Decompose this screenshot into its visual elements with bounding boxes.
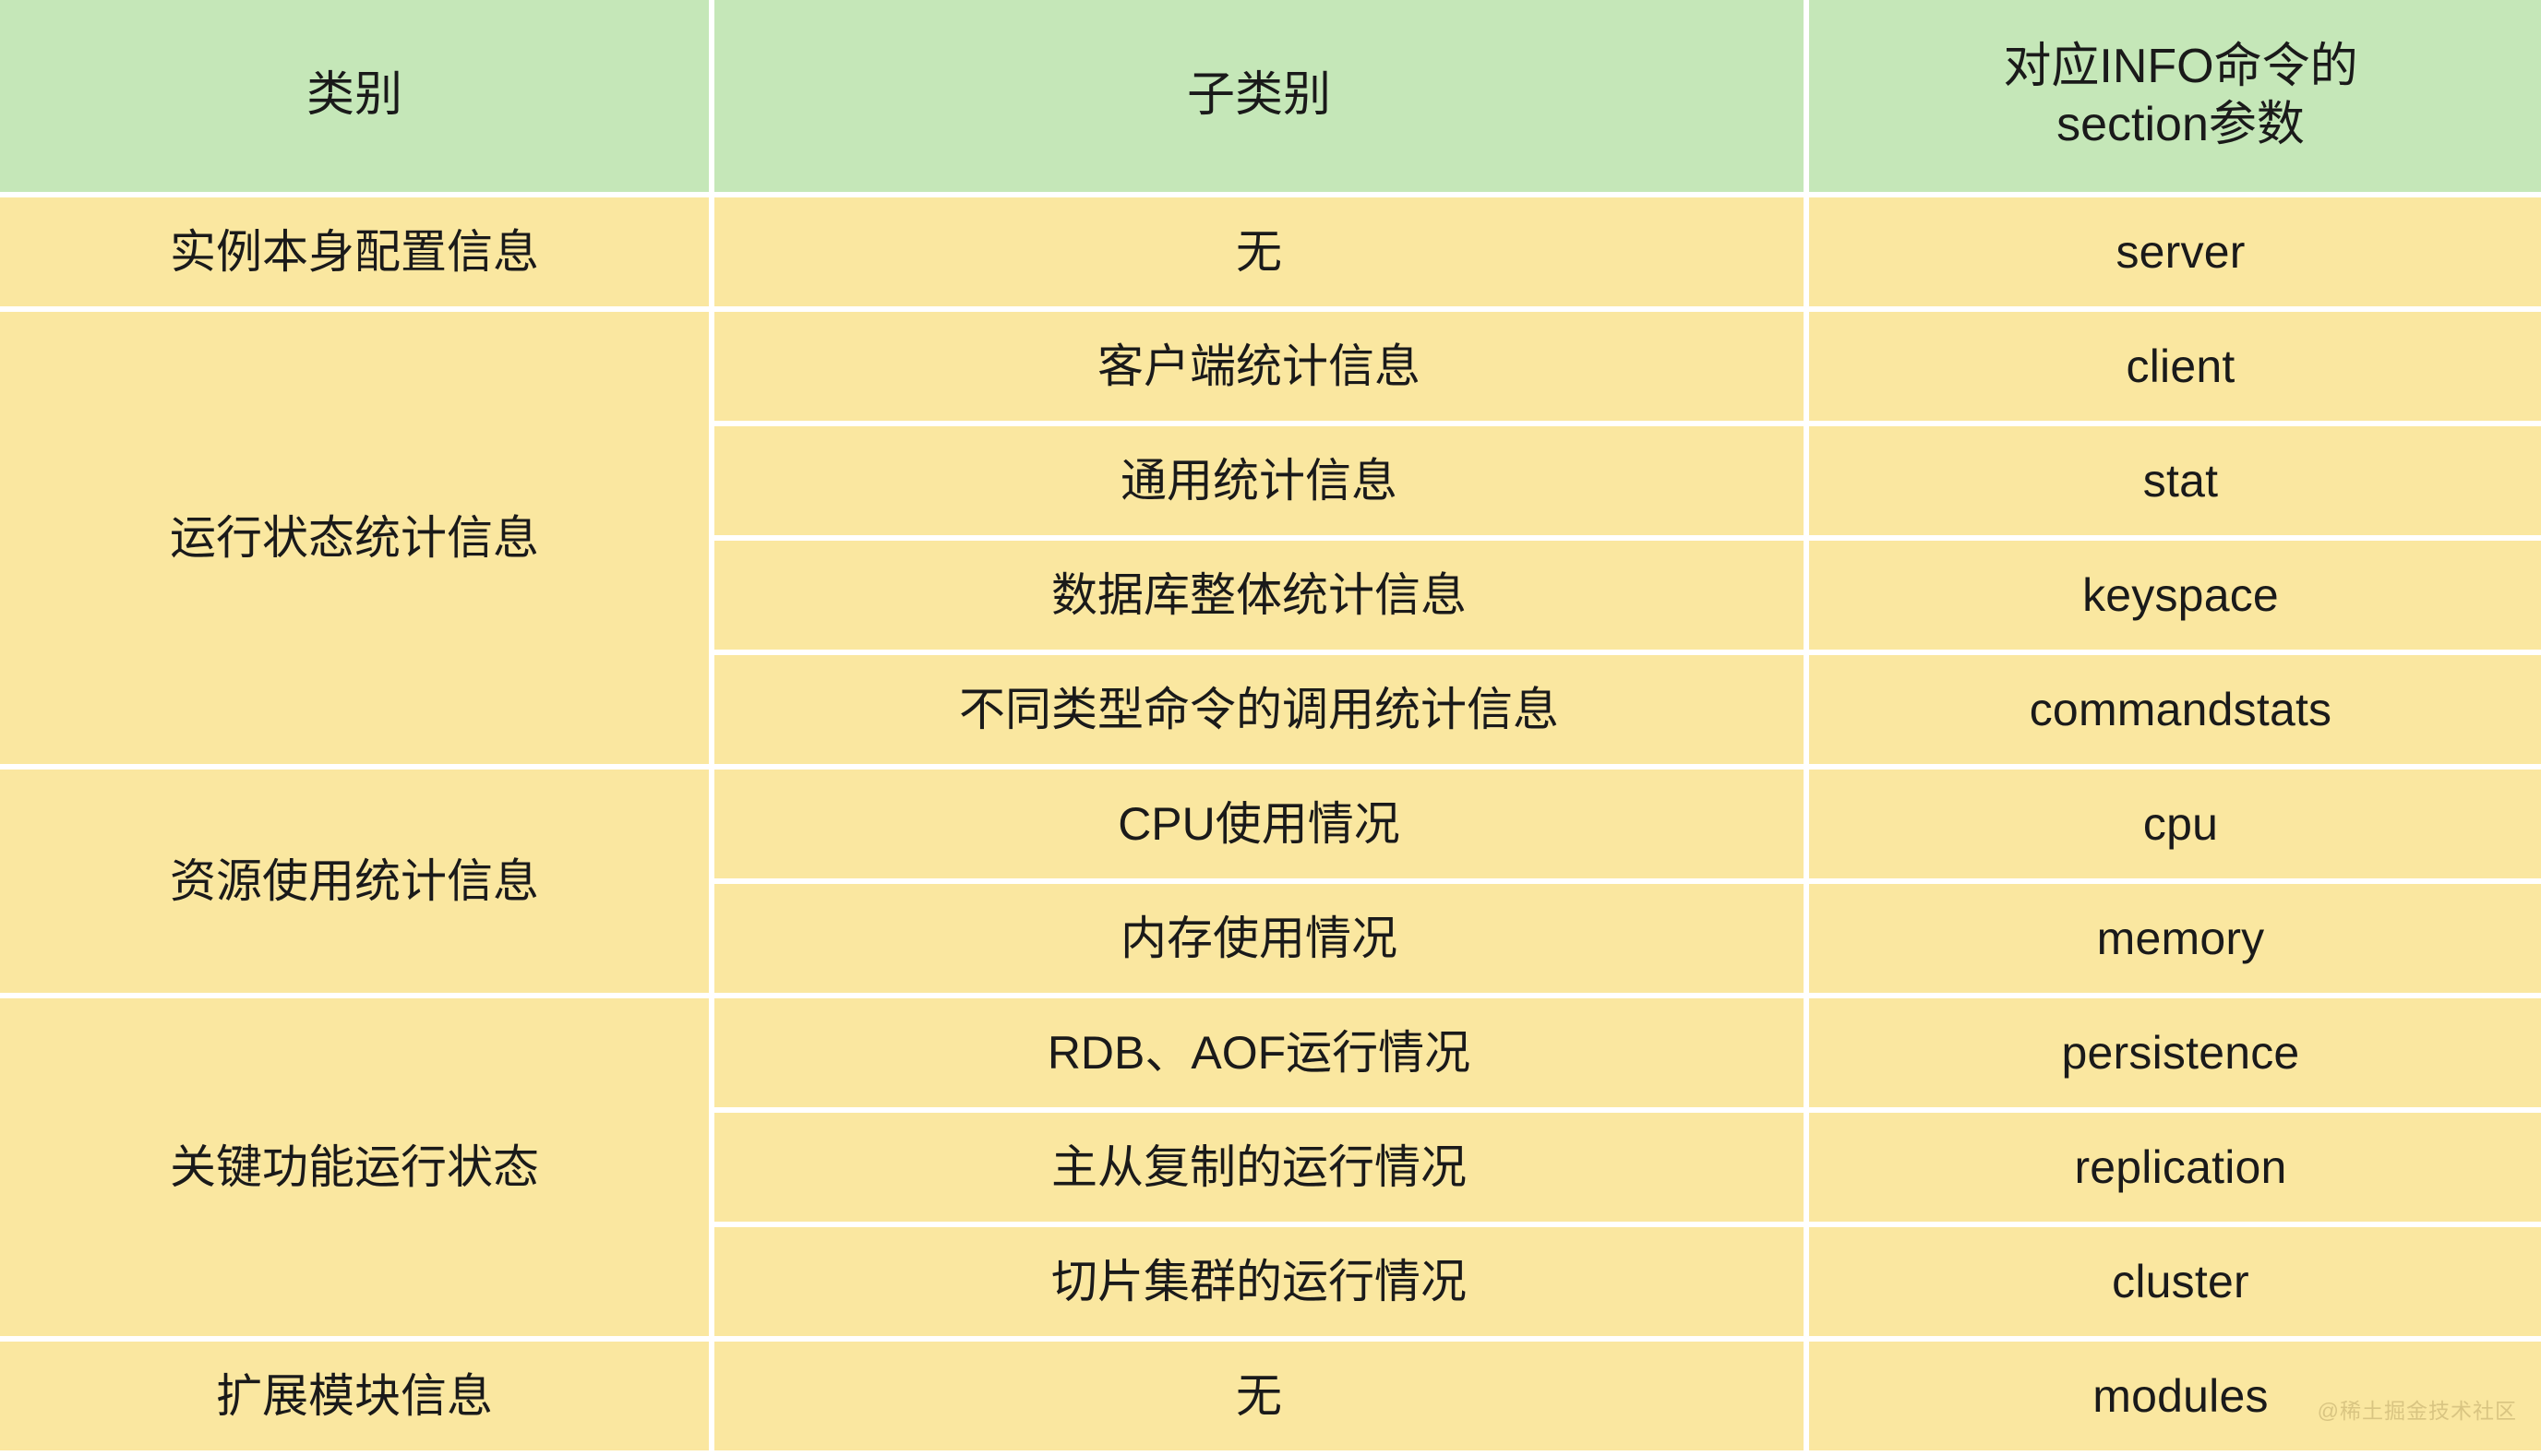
cell-section-cpu: cpu (1809, 770, 2541, 878)
table-row: 扩展模块信息 无 modules (0, 1342, 2541, 1450)
table-body: 实例本身配置信息 无 server 运行状态统计信息 客户端统计信息 clien… (0, 197, 2541, 1450)
cell-section-stat: stat (1809, 426, 2541, 535)
cell-subcategory-memory-usage: 内存使用情况 (714, 884, 1804, 993)
cell-section-commandstats: commandstats (1809, 655, 2541, 764)
cell-section-replication: replication (1809, 1113, 2541, 1222)
cell-section-persistence: persistence (1809, 998, 2541, 1107)
cell-subcategory-general-stats: 通用统计信息 (714, 426, 1804, 535)
cell-subcategory-keyspace-stats: 数据库整体统计信息 (714, 541, 1804, 650)
cell-category-runtime-stats: 运行状态统计信息 (0, 312, 709, 764)
table-row: 资源使用统计信息 CPU使用情况 cpu (0, 770, 2541, 993)
cell-category-resource-stats: 资源使用统计信息 (0, 770, 709, 993)
cell-section-keyspace: keyspace (1809, 541, 2541, 650)
column-header-category: 类别 (0, 0, 709, 192)
cell-subcategory-cluster: 切片集群的运行情况 (714, 1227, 1804, 1336)
table-header-row: 类别 子类别 对应INFO命令的 section参数 (0, 0, 2541, 192)
cell-category-modules-info: 扩展模块信息 (0, 1342, 709, 1450)
table-row: 实例本身配置信息 无 server (0, 197, 2541, 306)
cell-section-client: client (1809, 312, 2541, 421)
cell-subcategory-client-stats: 客户端统计信息 (714, 312, 1804, 421)
cell-subcategory-none-modules: 无 (714, 1342, 1804, 1450)
column-header-subcategory: 子类别 (714, 0, 1804, 192)
cell-category-key-features: 关键功能运行状态 (0, 998, 709, 1336)
column-header-section: 对应INFO命令的 section参数 (1809, 0, 2541, 192)
cell-category-instance-config: 实例本身配置信息 (0, 197, 709, 306)
info-table-container: 类别 子类别 对应INFO命令的 section参数 实例本身配置信息 无 se… (0, 0, 2541, 1450)
table-header: 类别 子类别 对应INFO命令的 section参数 (0, 0, 2541, 192)
cell-subcategory-cpu-usage: CPU使用情况 (714, 770, 1804, 878)
column-header-section-line1: 对应INFO命令的 (2003, 39, 2358, 93)
table-row: 关键功能运行状态 RDB、AOF运行情况 persistence (0, 998, 2541, 1336)
table-row: 运行状态统计信息 客户端统计信息 client (0, 312, 2541, 764)
cell-section-server: server (1809, 197, 2541, 306)
cell-subcategory-none-server: 无 (714, 197, 1804, 306)
cell-subcategory-rdb-aof: RDB、AOF运行情况 (714, 998, 1804, 1107)
cell-subcategory-replication: 主从复制的运行情况 (714, 1113, 1804, 1222)
column-header-section-line2: section参数 (2056, 98, 2305, 151)
cell-section-memory: memory (1809, 884, 2541, 993)
redis-info-section-table: 类别 子类别 对应INFO命令的 section参数 实例本身配置信息 无 se… (0, 0, 2541, 1456)
cell-section-modules: modules (1809, 1342, 2541, 1450)
cell-section-cluster: cluster (1809, 1227, 2541, 1336)
cell-subcategory-commandstats: 不同类型命令的调用统计信息 (714, 655, 1804, 764)
